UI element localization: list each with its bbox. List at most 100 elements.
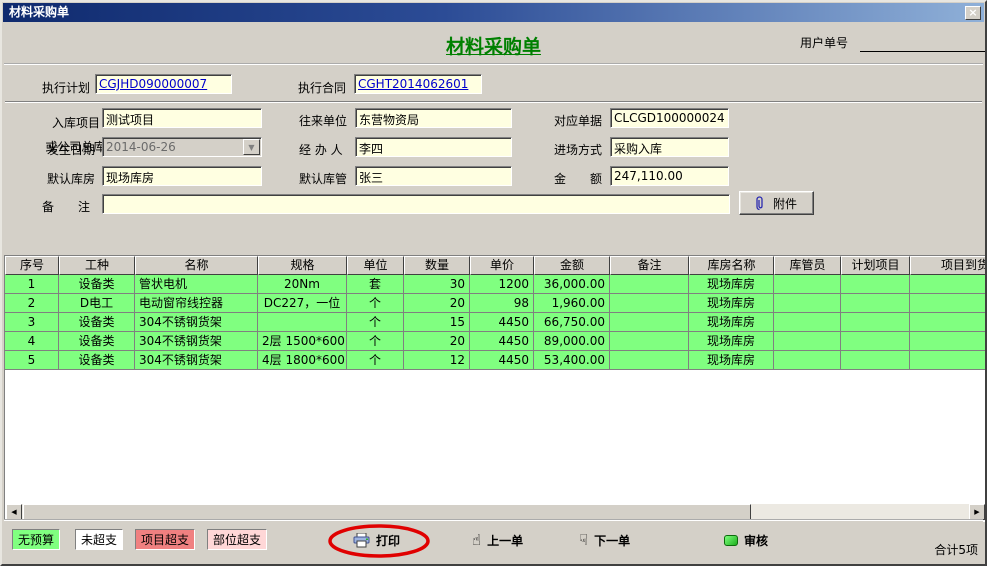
table-cell[interactable] <box>841 313 910 332</box>
user-no-input[interactable] <box>860 32 985 52</box>
table-cell[interactable] <box>774 332 841 351</box>
table-cell[interactable]: 20Nm <box>258 275 347 294</box>
table-row[interactable]: 5设备类304不锈钢货架4层 1800*600个12445053,400.00 现… <box>5 351 987 370</box>
column-header[interactable]: 名称 <box>135 256 258 275</box>
table-cell[interactable] <box>910 294 987 313</box>
table-cell[interactable] <box>610 313 689 332</box>
table-cell[interactable]: D电工 <box>59 294 135 313</box>
handler-field[interactable]: 李四 <box>355 137 512 157</box>
table-cell[interactable] <box>774 351 841 370</box>
remark-field[interactable] <box>102 194 730 214</box>
table-cell[interactable]: 4450 <box>470 332 534 351</box>
table-cell[interactable]: 20 <box>404 332 470 351</box>
table-cell[interactable] <box>841 294 910 313</box>
previous-order-button[interactable]: ☝ 上一单 <box>472 532 523 549</box>
table-cell[interactable]: 1 <box>5 275 59 294</box>
exec-plan-field[interactable]: CGJHD090000007 <box>95 74 232 94</box>
table-row[interactable]: 4设备类304不锈钢货架2层 1500*600个20445089,000.00 现… <box>5 332 987 351</box>
exec-contract-field[interactable]: CGHT2014062601 <box>354 74 482 94</box>
keeper-field[interactable]: 张三 <box>355 166 512 186</box>
next-order-button[interactable]: ☟ 下一单 <box>579 532 630 549</box>
table-cell[interactable]: 53,400.00 <box>534 351 610 370</box>
scroll-right-icon[interactable]: ▶ <box>969 504 985 520</box>
table-cell[interactable]: 36,000.00 <box>534 275 610 294</box>
table-cell[interactable] <box>610 351 689 370</box>
table-cell[interactable] <box>774 275 841 294</box>
column-header[interactable]: 项目到货 <box>910 256 987 275</box>
table-cell[interactable]: 66,750.00 <box>534 313 610 332</box>
table-cell[interactable]: 设备类 <box>59 332 135 351</box>
table-cell[interactable] <box>841 332 910 351</box>
table-cell[interactable]: 电动窗帘线控器 <box>135 294 258 313</box>
table-cell[interactable] <box>610 275 689 294</box>
table-cell[interactable]: 现场库房 <box>689 351 774 370</box>
table-cell[interactable] <box>610 294 689 313</box>
close-icon[interactable]: × <box>965 6 981 20</box>
project-field[interactable]: 测试项目 <box>102 108 262 128</box>
column-header[interactable]: 计划项目 <box>841 256 910 275</box>
column-header[interactable]: 金额 <box>534 256 610 275</box>
column-header[interactable]: 序号 <box>5 256 59 275</box>
table-cell[interactable]: 89,000.00 <box>534 332 610 351</box>
chevron-down-icon[interactable]: ▼ <box>243 139 260 155</box>
partner-field[interactable]: 东营物资局 <box>355 108 512 128</box>
table-cell[interactable]: 304不锈钢货架 <box>135 313 258 332</box>
table-cell[interactable]: 2 <box>5 294 59 313</box>
warehouse-field[interactable]: 现场库房 <box>102 166 262 186</box>
column-header[interactable]: 工种 <box>59 256 135 275</box>
table-cell[interactable]: 4450 <box>470 351 534 370</box>
table-cell[interactable] <box>910 313 987 332</box>
table-row[interactable]: 2D电工电动窗帘线控器DC227，一位个20981,960.00现场库房 <box>5 294 987 313</box>
table-cell[interactable] <box>610 332 689 351</box>
table-row[interactable]: 3设备类304不锈钢货架 个15445066,750.00 现场库房 <box>5 313 987 332</box>
table-cell[interactable]: 4 <box>5 332 59 351</box>
table-cell[interactable]: 2层 1500*600 <box>258 332 347 351</box>
table-row[interactable]: 1设备类管状电机20Nm套30120036,000.00 现场库房 <box>5 275 987 294</box>
table-cell[interactable] <box>258 313 347 332</box>
audit-button[interactable]: 审核 <box>724 532 768 549</box>
scrollbar-thumb[interactable] <box>23 504 751 520</box>
table-cell[interactable] <box>774 294 841 313</box>
table-cell[interactable] <box>841 275 910 294</box>
table-cell[interactable]: 30 <box>404 275 470 294</box>
table-cell[interactable]: 管状电机 <box>135 275 258 294</box>
table-cell[interactable]: 设备类 <box>59 313 135 332</box>
column-header[interactable]: 单位 <box>347 256 404 275</box>
table-cell[interactable]: 现场库房 <box>689 275 774 294</box>
horizontal-scrollbar[interactable]: ◀ ▶ <box>6 504 985 520</box>
amount-field[interactable]: 247,110.00 <box>610 166 729 186</box>
table-cell[interactable]: 5 <box>5 351 59 370</box>
table-cell[interactable]: 1,960.00 <box>534 294 610 313</box>
table-cell[interactable]: 现场库房 <box>689 294 774 313</box>
table-cell[interactable]: 4450 <box>470 313 534 332</box>
table-cell[interactable] <box>841 351 910 370</box>
table-cell[interactable]: 个 <box>347 313 404 332</box>
table-cell[interactable] <box>910 351 987 370</box>
table-cell[interactable]: 1200 <box>470 275 534 294</box>
scroll-left-icon[interactable]: ◀ <box>6 504 22 520</box>
table-cell[interactable]: 4层 1800*600 <box>258 351 347 370</box>
table-cell[interactable]: 个 <box>347 332 404 351</box>
table-cell[interactable]: DC227，一位 <box>258 294 347 313</box>
entry-mode-field[interactable]: 采购入库 <box>610 137 729 157</box>
table-cell[interactable]: 套 <box>347 275 404 294</box>
print-button[interactable]: 打印 <box>353 532 400 549</box>
table-cell[interactable] <box>774 313 841 332</box>
table-cell[interactable]: 现场库房 <box>689 313 774 332</box>
table-cell[interactable]: 304不锈钢货架 <box>135 332 258 351</box>
table-cell[interactable]: 设备类 <box>59 351 135 370</box>
table-cell[interactable]: 个 <box>347 294 404 313</box>
table-cell[interactable]: 12 <box>404 351 470 370</box>
table-cell[interactable]: 304不锈钢货架 <box>135 351 258 370</box>
table-cell[interactable]: 15 <box>404 313 470 332</box>
table-cell[interactable]: 个 <box>347 351 404 370</box>
table-cell[interactable] <box>910 332 987 351</box>
table-cell[interactable]: 现场库房 <box>689 332 774 351</box>
attachment-button[interactable]: 附件 <box>739 191 814 215</box>
table-cell[interactable]: 98 <box>470 294 534 313</box>
column-header[interactable]: 数量 <box>404 256 470 275</box>
doc-field[interactable]: CLCGD100000024 <box>610 108 729 128</box>
table-cell[interactable]: 设备类 <box>59 275 135 294</box>
column-header[interactable]: 库管员 <box>774 256 841 275</box>
table-cell[interactable]: 3 <box>5 313 59 332</box>
